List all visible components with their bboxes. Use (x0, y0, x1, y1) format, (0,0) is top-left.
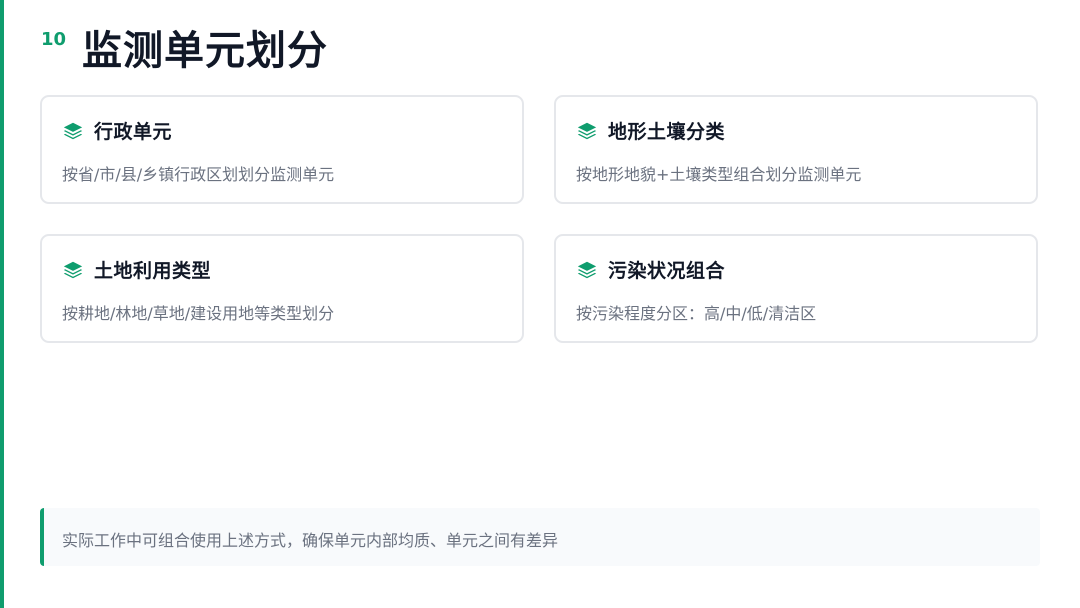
card-description: 按地形地貌+土壤类型组合划分监测单元 (576, 165, 862, 184)
page-number: 10 (41, 29, 67, 50)
card-title: 行政单元 (94, 121, 173, 143)
card-title: 地形土壤分类 (608, 121, 726, 143)
layers-icon (63, 261, 83, 278)
card-header: 行政单元 (62, 117, 172, 144)
card-land-use: 土地利用类型 按耕地/林地/草地/建设用地等类型划分 (40, 234, 524, 343)
card-header: 污染状况组合 (576, 256, 725, 283)
card-description: 按污染程度分区：高/中/低/清洁区 (576, 304, 817, 323)
card-pollution-status: 污染状况组合 按污染程度分区：高/中/低/清洁区 (554, 234, 1038, 343)
card-header: 地形土壤分类 (576, 117, 725, 144)
note-box: 实际工作中可组合使用上述方式，确保单元内部均质、单元之间有差异 (40, 508, 1040, 566)
card-administrative-unit: 行政单元 按省/市/县/乡镇行政区划划分监测单元 (40, 95, 524, 204)
card-description: 按省/市/县/乡镇行政区划划分监测单元 (62, 165, 335, 184)
layers-icon (577, 261, 597, 278)
layers-icon (577, 122, 597, 139)
card-title: 污染状况组合 (608, 260, 726, 282)
note-text: 实际工作中可组合使用上述方式，确保单元内部均质、单元之间有差异 (62, 531, 559, 550)
card-title: 土地利用类型 (94, 260, 212, 282)
layers-icon (63, 122, 83, 139)
page-title: 监测单元划分 (82, 28, 328, 74)
card-terrain-soil: 地形土壤分类 按地形地貌+土壤类型组合划分监测单元 (554, 95, 1038, 204)
card-description: 按耕地/林地/草地/建设用地等类型划分 (62, 304, 335, 323)
card-header: 土地利用类型 (62, 256, 211, 283)
left-accent-bar (0, 0, 4, 608)
slide: 10 监测单元划分 行政单元 按省/市/县/乡镇行政区划划分监测单元 地形土壤分… (0, 0, 1080, 608)
